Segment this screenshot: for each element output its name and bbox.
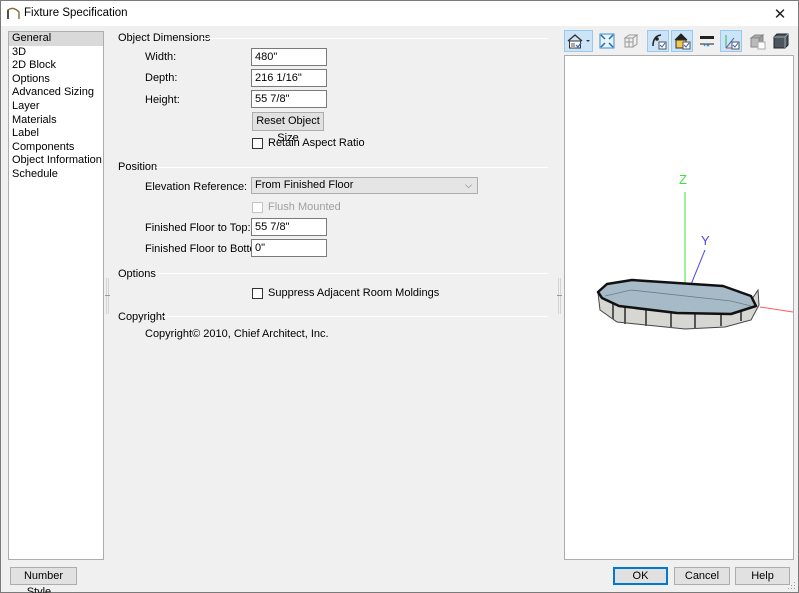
width-label: Width: <box>145 51 177 63</box>
nav-item-layer[interactable]: Layer <box>9 100 103 114</box>
box-view-button[interactable] <box>770 30 792 52</box>
depth-label: Depth: <box>145 72 178 84</box>
z-axis-label: Z <box>679 172 687 187</box>
fill-window-icon <box>599 33 615 49</box>
nav-item-label[interactable]: Label <box>9 127 103 141</box>
nav-item-general[interactable]: General <box>9 32 103 46</box>
elevation-reference-value: From Finished Floor <box>255 179 354 191</box>
right-splitter[interactable] <box>557 278 562 314</box>
wireframe-icon <box>623 34 639 48</box>
checkbox-box[interactable] <box>252 287 263 299</box>
reset-object-size-button[interactable]: Reset Object Size <box>252 112 324 144</box>
nav-item-advanced-sizing[interactable]: Advanced Sizing <box>9 86 103 100</box>
title-bar: Fixture Specification ✕ <box>1 1 798 26</box>
color-render-button[interactable] <box>671 30 693 52</box>
wireframe-button[interactable] <box>620 30 642 52</box>
divider <box>156 167 548 168</box>
number-style-button[interactable]: Number Style... <box>10 567 77 593</box>
options-heading: Options <box>118 268 156 280</box>
xyz-axes-icon <box>725 35 740 50</box>
position-heading: Position <box>118 161 158 173</box>
ff-bottom-label: Finished Floor to Bottom: <box>145 243 268 255</box>
flush-mounted-checkbox[interactable]: Flush Mounted <box>252 201 341 213</box>
suppress-moldings-label: Suppress Adjacent Room Moldings <box>268 287 440 299</box>
ff-top-label: Finished Floor to Top: <box>145 222 251 234</box>
resize-grip-icon[interactable] <box>788 582 796 590</box>
ff-bottom-input[interactable] <box>251 239 327 257</box>
3d-preview-pane[interactable]: Z Y <box>564 55 794 560</box>
elevation-reference-dropdown[interactable]: From Finished Floor ⌵ <box>251 177 478 194</box>
divider <box>201 38 548 39</box>
retain-aspect-ratio-label: Retain Aspect Ratio <box>268 137 365 149</box>
nav-item-options[interactable]: Options <box>9 73 103 87</box>
floor-plane-icon <box>700 36 714 47</box>
nav-item-components[interactable]: Components <box>9 141 103 155</box>
glass-render-icon <box>749 34 766 50</box>
x-axis-line <box>759 306 793 313</box>
close-icon: ✕ <box>773 5 787 23</box>
view-mode-button[interactable] <box>564 30 593 52</box>
height-label: Height: <box>145 94 180 106</box>
ff-top-input[interactable] <box>251 218 327 236</box>
suppress-moldings-checkbox[interactable]: Suppress Adjacent Room Moldings <box>252 287 439 299</box>
copyright-text: Copyright© 2010, Chief Architect, Inc. <box>145 328 329 340</box>
flush-mounted-label: Flush Mounted <box>268 201 341 213</box>
floor-plane-button[interactable] <box>696 30 718 52</box>
app-icon <box>7 7 20 19</box>
category-list: General 3D 2D Block Options Advanced Siz… <box>8 31 104 560</box>
view-mode-icon <box>567 34 590 49</box>
rotate-view-button[interactable] <box>647 30 669 52</box>
chevron-down-icon: ⌵ <box>465 180 472 190</box>
nav-item-object-information[interactable]: Object Information <box>9 154 103 168</box>
glass-render-button[interactable] <box>746 30 768 52</box>
help-button[interactable]: Help <box>735 567 790 585</box>
color-render-icon <box>674 33 691 50</box>
preview-canvas[interactable]: Z Y <box>565 56 793 559</box>
height-input[interactable] <box>251 90 327 108</box>
axes-button[interactable] <box>720 30 742 52</box>
left-splitter[interactable] <box>105 278 110 314</box>
y-axis-label: Y <box>701 233 710 248</box>
object-dimensions-heading: Object Dimensions <box>118 32 211 44</box>
cancel-button[interactable]: Cancel <box>674 567 730 585</box>
nav-item-2d-block[interactable]: 2D Block <box>9 59 103 73</box>
nav-item-schedule[interactable]: Schedule <box>9 168 103 182</box>
copyright-heading: Copyright <box>118 311 166 323</box>
nav-item-materials[interactable]: Materials <box>9 114 103 128</box>
divider <box>163 316 548 317</box>
box-view-icon <box>773 33 789 49</box>
fill-window-button[interactable] <box>596 30 618 52</box>
nav-item-3d[interactable]: 3D <box>9 46 103 60</box>
elevation-reference-label: Elevation Reference: <box>145 181 248 193</box>
window-title: Fixture Specification <box>24 7 128 19</box>
checkbox-box[interactable] <box>252 201 263 213</box>
show-axes-rotate-icon <box>652 34 667 50</box>
pool-model <box>596 278 760 330</box>
depth-input[interactable] <box>251 69 327 87</box>
divider <box>154 273 548 274</box>
retain-aspect-ratio-checkbox[interactable]: Retain Aspect Ratio <box>252 137 365 149</box>
close-button[interactable]: ✕ <box>762 1 798 26</box>
fixture-specification-dialog: Fixture Specification ✕ General 3D 2D Bl… <box>0 0 799 593</box>
ok-button[interactable]: OK <box>613 567 668 585</box>
checkbox-box[interactable] <box>252 137 263 149</box>
y-axis-line <box>689 249 706 288</box>
width-input[interactable] <box>251 48 327 66</box>
